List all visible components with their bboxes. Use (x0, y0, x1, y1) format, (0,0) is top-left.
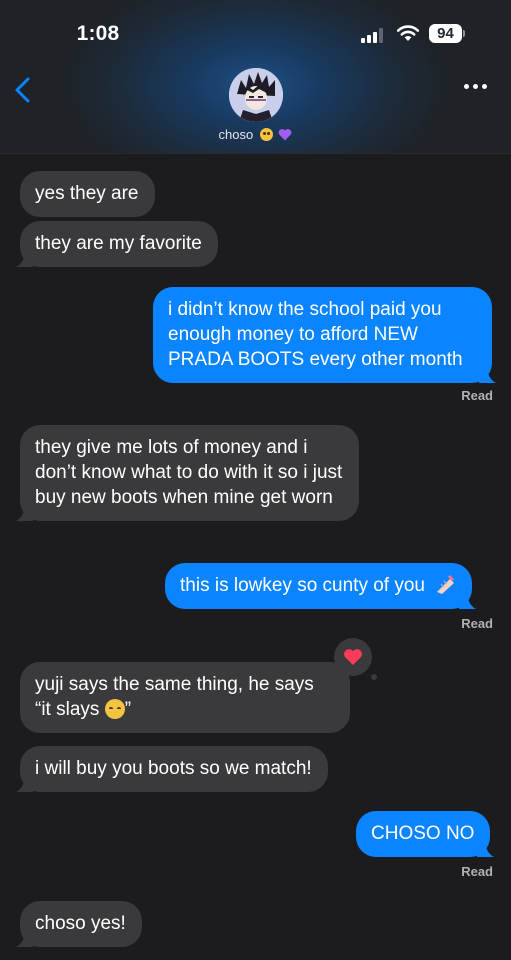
message-text: CHOSO NO (371, 823, 475, 844)
tapback-reaction[interactable] (334, 638, 372, 676)
message-incoming[interactable]: i will buy you boots so we match! (16, 746, 328, 792)
message-text: i didn’t know the school paid you enough… (168, 299, 463, 370)
message-incoming[interactable]: yuji says the same thing, he says “it sl… (20, 662, 350, 733)
message-text: they are my favorite (35, 233, 202, 254)
message-text: choso yes! (35, 913, 126, 934)
message-incoming[interactable]: they are my favorite (16, 221, 218, 267)
message-text: i will buy you boots so we match! (35, 758, 312, 779)
conversation-header: 1:08 94 choso (0, 0, 511, 154)
status-time: 1:08 (76, 22, 120, 45)
message-outgoing[interactable]: CHOSO NO (356, 811, 495, 857)
message-text-end: ” (124, 699, 132, 720)
read-receipt: Read (461, 616, 493, 631)
relieved-face-icon (104, 699, 125, 719)
purple-heart-icon (279, 129, 292, 141)
more-options-icon[interactable] (464, 80, 490, 94)
bubble-tail (477, 837, 495, 857)
tapback-tail (371, 674, 377, 680)
bubble-tail (16, 501, 33, 521)
read-receipt: Read (461, 864, 493, 879)
message-incoming[interactable]: they give me lots of money and i don’t k… (16, 425, 359, 521)
wifi-icon (396, 25, 420, 41)
message-text: yes they are (35, 183, 139, 204)
message-outgoing[interactable]: i didn’t know the school paid you enough… (153, 287, 496, 383)
contact-name[interactable]: choso (0, 127, 511, 142)
message-incoming[interactable]: yes they are (20, 171, 155, 217)
battery-tip (463, 30, 465, 37)
message-text: yuji says the same thing, he says “it sl… (35, 674, 314, 720)
bubble-tail (16, 772, 33, 792)
pleading-face-icon (259, 128, 273, 141)
bubble-tail (16, 927, 33, 947)
bubble-tail (459, 589, 477, 609)
cellular-signal-icon (361, 27, 387, 43)
battery-level: 94 (429, 24, 462, 43)
message-text: this is lowkey so cunty of you (180, 575, 425, 596)
message-outgoing[interactable]: this is lowkey so cunty of you (165, 563, 477, 609)
nail-polish-icon (437, 575, 455, 594)
back-chevron-icon[interactable] (12, 76, 36, 104)
avatar-image (229, 68, 283, 122)
message-incoming[interactable]: choso yes! (16, 901, 142, 947)
bubble-tail (16, 247, 33, 267)
contact-name-text: choso (218, 127, 254, 142)
message-text: they give me lots of money and i don’t k… (35, 437, 343, 508)
avatar[interactable] (229, 68, 283, 122)
heart-icon (344, 649, 362, 665)
read-receipt: Read (461, 388, 493, 403)
bubble-tail (479, 363, 496, 383)
